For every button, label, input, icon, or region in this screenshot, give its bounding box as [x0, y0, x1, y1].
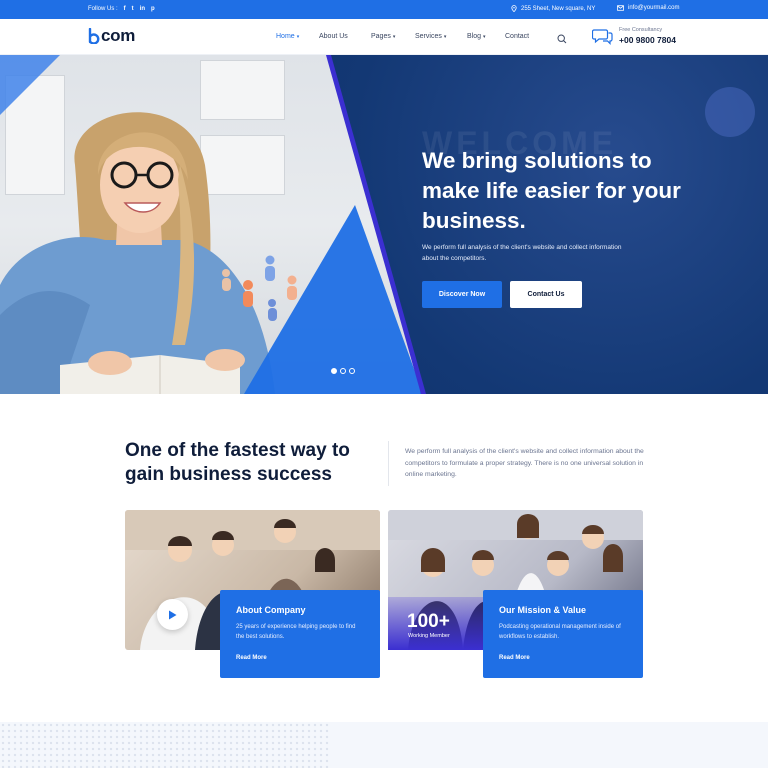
email[interactable]: info@yourmail.com: [617, 5, 679, 11]
intro-title: One of the fastest way to gain business …: [125, 440, 350, 485]
nav-pages[interactable]: Pages ▾: [371, 33, 415, 40]
chevron-down-icon: ▾: [483, 33, 486, 40]
search-icon: [557, 34, 567, 44]
play-video-button[interactable]: [157, 599, 188, 630]
read-more-link[interactable]: Read More: [236, 655, 267, 661]
contact-us-button[interactable]: Contact Us: [510, 281, 582, 308]
nav-services[interactable]: Services ▾: [415, 33, 467, 40]
stat-number: 100+: [407, 611, 450, 632]
address-text: 255 Sheet, New square, NY: [521, 5, 596, 12]
facebook-icon[interactable]: f: [124, 6, 126, 12]
hero-subtitle: We perform full analysis of the client's…: [422, 244, 622, 262]
chevron-down-icon: ▾: [392, 33, 396, 40]
logo[interactable]: com: [88, 26, 135, 46]
card-title: Our Mission & Value: [499, 605, 587, 615]
mission-value-card[interactable]: Our Mission & Value Podcasting operation…: [483, 590, 643, 678]
about-company-card[interactable]: About Company 25 years of experience hel…: [220, 590, 380, 678]
address: 255 Sheet, New square, NY: [511, 5, 595, 12]
main-nav: Home ▾ About Us Pages ▾ Services ▾ Blog ▾ Co…: [276, 33, 529, 40]
slider-dot[interactable]: [331, 368, 337, 374]
nav-about[interactable]: About Us: [319, 33, 371, 40]
play-icon: [169, 610, 177, 619]
nav-contact[interactable]: Contact: [505, 33, 529, 40]
stat-label: Working Member: [408, 633, 450, 639]
card-title: About Company: [236, 605, 306, 615]
consultancy[interactable]: Free Consultancy +00 9800 7804: [592, 27, 676, 45]
slider-dot[interactable]: [349, 368, 355, 374]
intro-text: We perform full analysis of the client's…: [405, 448, 644, 478]
hero-title: We bring solutions to make life easier f…: [422, 148, 681, 233]
follow-label: Follow Us :: [88, 6, 118, 12]
circle-decor: [705, 87, 755, 137]
halftone-decor: [0, 722, 330, 768]
chevron-down-icon: ▾: [296, 33, 300, 40]
intro-divider: [388, 441, 389, 486]
consult-label: Free Consultancy: [619, 27, 663, 33]
stat-box: 100+ Working Member: [388, 597, 485, 650]
logo-text: com: [101, 26, 136, 45]
search-button[interactable]: [557, 31, 567, 49]
discover-now-button[interactable]: Discover Now: [422, 281, 502, 308]
chat-bubble-icon: [592, 28, 613, 45]
card-text: 25 years of experience helping people to…: [236, 624, 356, 640]
logo-mark-icon: [88, 28, 100, 44]
slider-dots: [331, 368, 355, 374]
next-section-band: [0, 722, 768, 768]
mail-icon: [617, 5, 624, 11]
chevron-down-icon: ▾: [443, 33, 447, 40]
nav-home[interactable]: Home ▾: [276, 33, 319, 40]
twitter-icon[interactable]: t: [132, 6, 134, 12]
read-more-link[interactable]: Read More: [499, 655, 530, 661]
slider-dot[interactable]: [340, 368, 346, 374]
consult-phone[interactable]: +00 9800 7804: [619, 35, 676, 45]
follow-us: Follow Us : f t in p: [88, 6, 155, 12]
nav-blog[interactable]: Blog ▾: [467, 33, 505, 40]
email-text[interactable]: info@yourmail.com: [628, 5, 679, 11]
header: com Home ▾ About Us Pages ▾ Services ▾ Blog…: [0, 19, 768, 55]
card-text: Podcasting operational management inside…: [499, 624, 621, 640]
top-bar: Follow Us : f t in p 255 Sheet, New squa…: [0, 0, 768, 19]
pinterest-icon[interactable]: p: [151, 6, 155, 12]
hero-slider: WELCOME We bring solutions to make life …: [0, 55, 768, 394]
linkedin-icon[interactable]: in: [140, 6, 145, 12]
location-pin-icon: [511, 5, 517, 12]
